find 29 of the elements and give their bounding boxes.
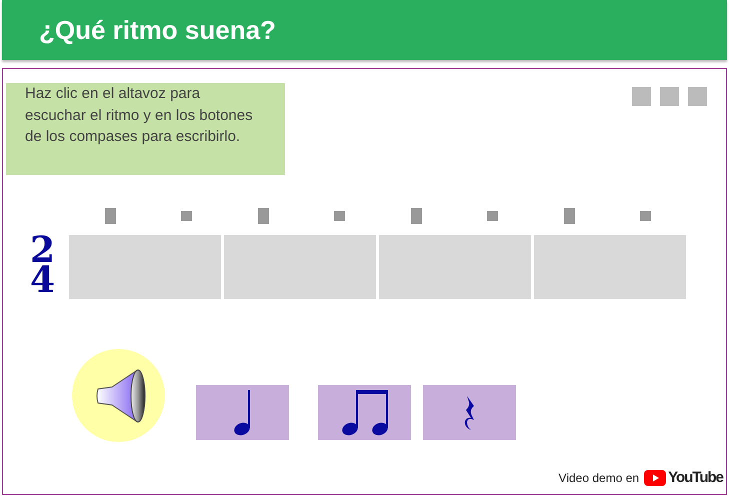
note-button[interactable] (318, 385, 411, 440)
eighth-notes-icon (340, 390, 388, 436)
square-button[interactable] (688, 87, 707, 106)
beat-mark (181, 211, 192, 221)
note-button[interactable] (196, 385, 289, 440)
page-title: ¿Qué ritmo suena? (39, 14, 276, 46)
beat-mark (258, 208, 269, 224)
youtube-link[interactable]: YouTube (644, 469, 723, 486)
time-signature-bottom: 4 (30, 265, 56, 295)
measure-slot[interactable] (534, 235, 686, 299)
instructions-text: Haz clic en el altavoz para escuchar el ritmo y en los botones de los compases para escribirlo. (6, 83, 285, 175)
play-icon (644, 470, 666, 486)
square-button[interactable] (660, 87, 679, 106)
beat-mark (487, 211, 498, 221)
beat-mark (564, 208, 575, 224)
video-demo-label: Video demo en (558, 470, 640, 484)
quarter-note-icon (232, 390, 252, 436)
rest-button[interactable] (423, 385, 516, 440)
measure-slot[interactable] (69, 235, 221, 299)
beat-mark (104, 208, 116, 224)
square-button[interactable] (632, 87, 651, 106)
beat-mark (334, 211, 346, 221)
measure-slot[interactable] (379, 235, 531, 299)
quarter-rest-icon (464, 396, 476, 430)
speaker-icon (94, 366, 148, 424)
time-signature-top: 2 (30, 235, 56, 265)
beat-mark (640, 211, 652, 221)
beat-mark (410, 208, 422, 224)
measure-slot[interactable] (224, 235, 376, 299)
